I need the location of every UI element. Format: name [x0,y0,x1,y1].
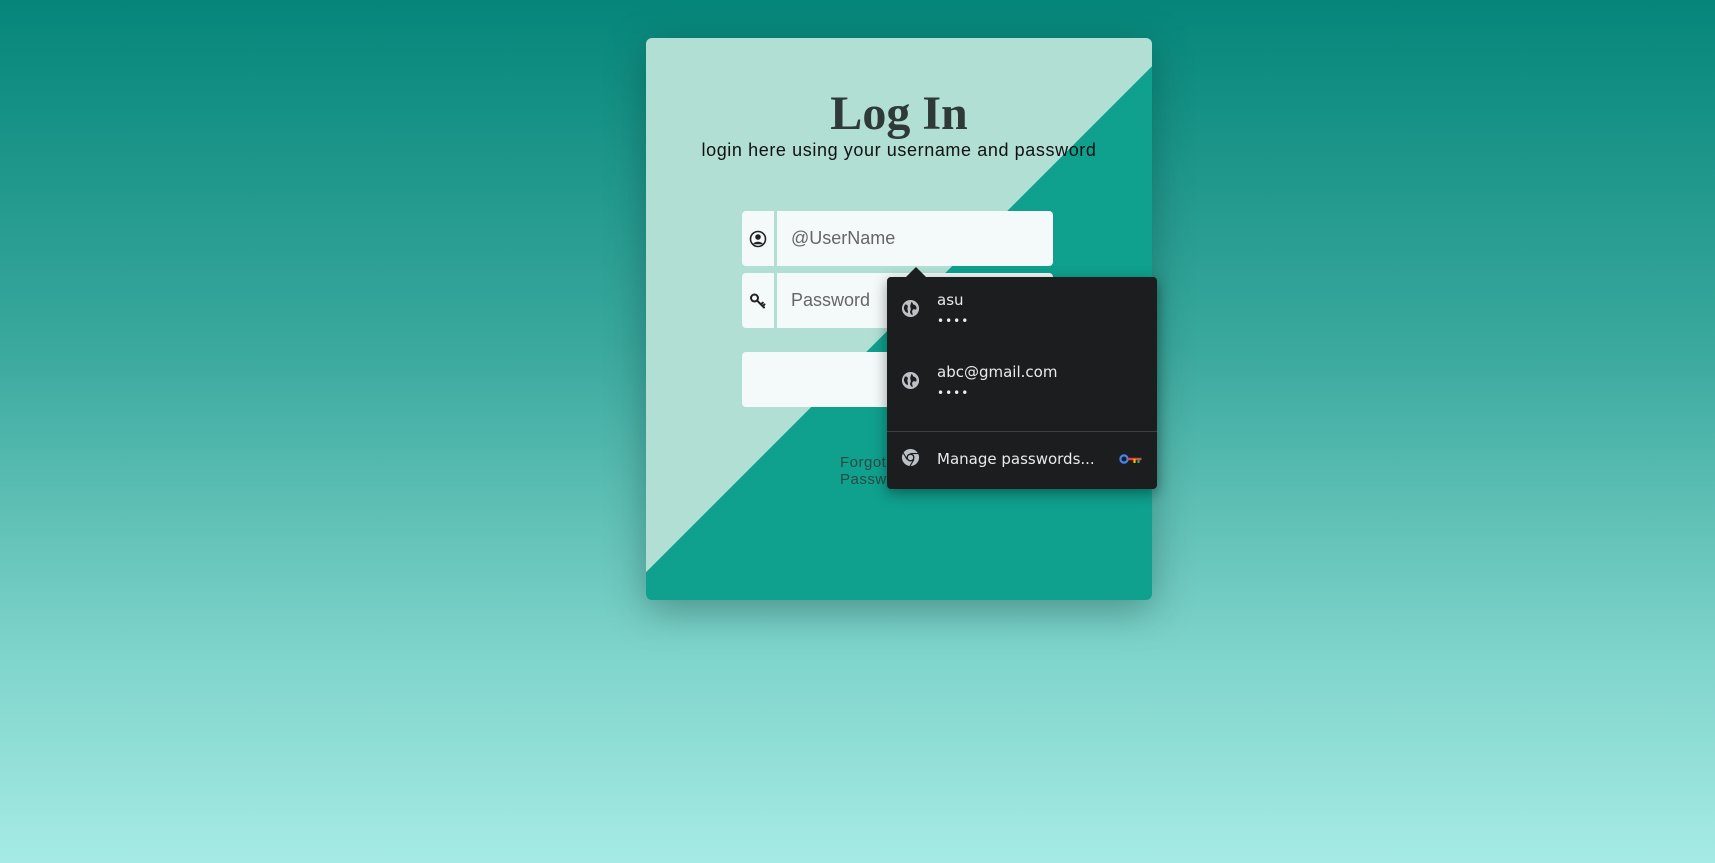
credential-username: abc@gmail.com [937,363,1058,381]
saved-credential-item[interactable]: abc@gmail.com •••• [887,349,1157,411]
page-subtitle: login here using your username and passw… [701,140,1097,160]
popup-divider [887,431,1157,432]
globe-icon [901,299,920,322]
saved-credential-item[interactable]: asu •••• [887,277,1157,339]
manage-passwords-label: Manage passwords... [937,450,1095,468]
credential-password-mask: •••• [937,386,970,400]
password-autofill-popup: asu •••• abc@gmail.com •••• Manage passw… [887,267,1157,489]
globe-icon [901,371,920,394]
username-field [742,211,1053,266]
manage-passwords-item[interactable]: Manage passwords... [887,433,1157,485]
page-title: Log In [830,87,968,140]
credential-username: asu [937,291,964,309]
user-icon [742,211,774,266]
chrome-icon [901,448,920,471]
credential-password-mask: •••• [937,314,970,328]
username-input[interactable] [777,211,1053,266]
key-icon [742,273,774,328]
google-key-icon [1119,451,1143,470]
